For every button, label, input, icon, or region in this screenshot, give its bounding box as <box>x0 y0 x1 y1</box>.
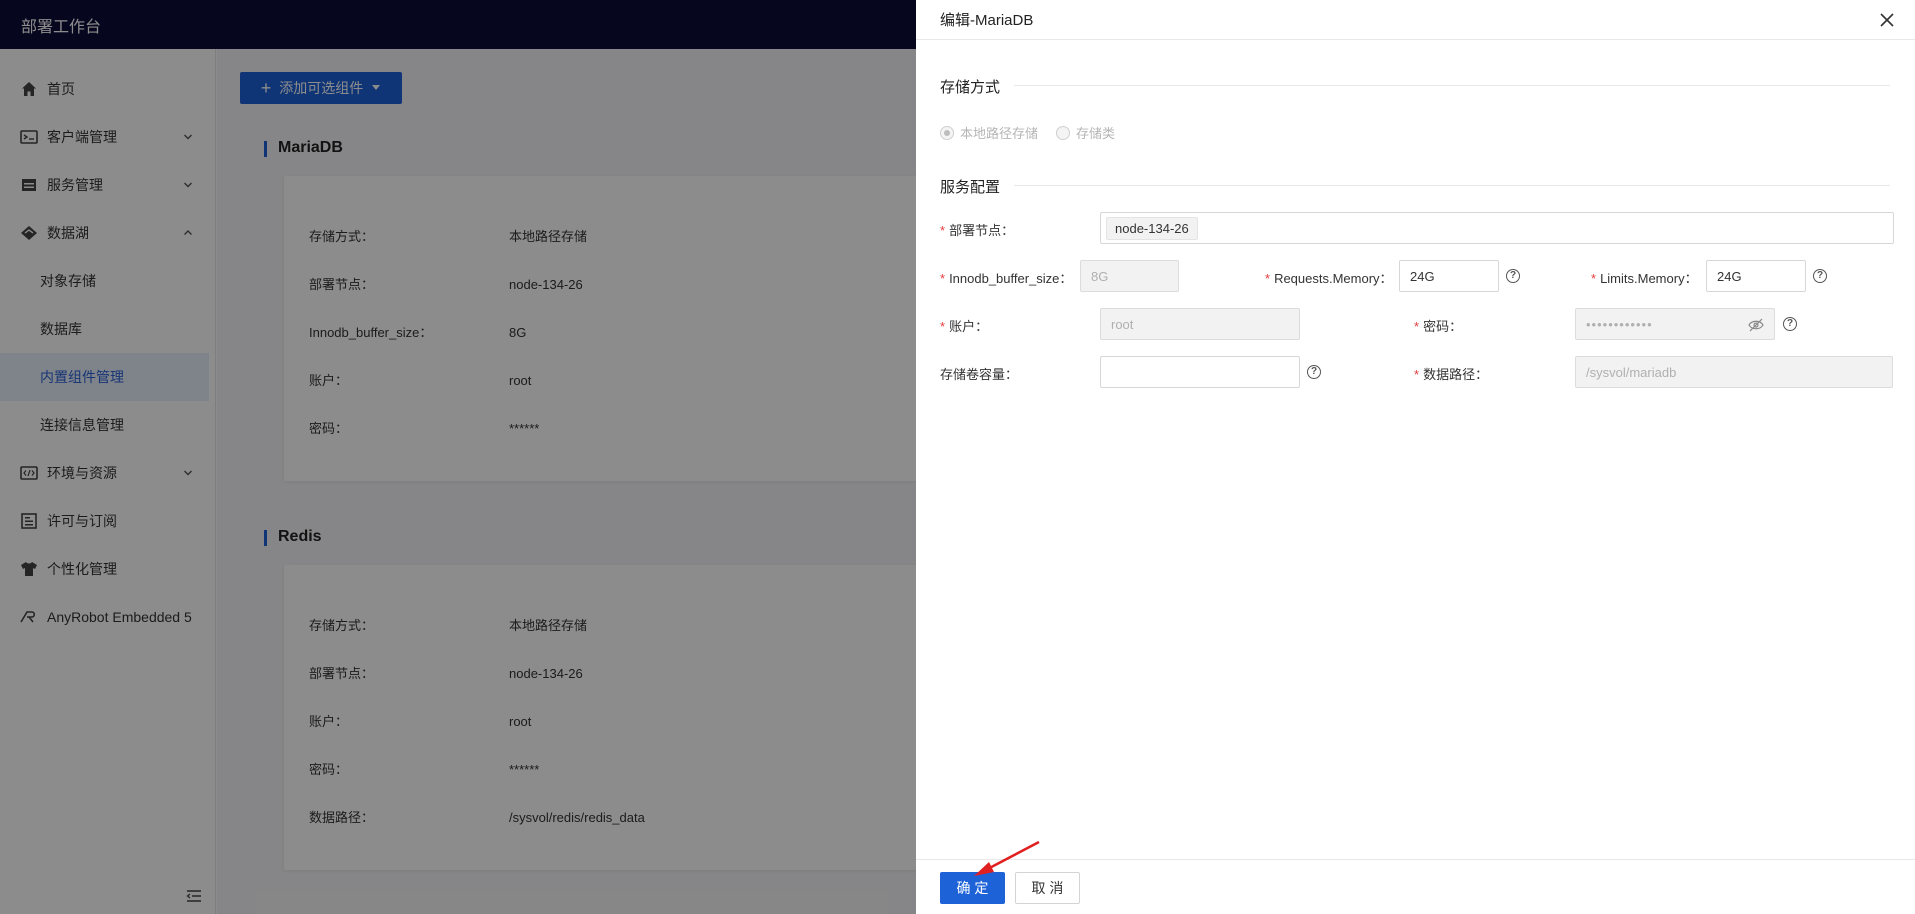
close-button[interactable] <box>1877 10 1897 30</box>
label-text: 密码： <box>1423 319 1463 334</box>
data-path-label: * 数据路径： <box>1414 364 1488 383</box>
required-mark: * <box>940 319 946 334</box>
radio-circle <box>1056 125 1071 140</box>
eye-off-icon[interactable] <box>1748 317 1764 333</box>
divider <box>1014 185 1890 186</box>
requests-memory-label: * Requests.Memory： <box>1265 268 1393 287</box>
drawer-title: 编辑-MariaDB <box>940 12 1034 29</box>
account-label: * 账户： <box>940 316 988 335</box>
innodb-label: * Innodb_buffer_size： <box>940 268 1072 287</box>
password-label: * 密码： <box>1414 316 1462 335</box>
account-input[interactable]: root <box>1100 308 1300 340</box>
volume-capacity-input[interactable] <box>1100 356 1300 388</box>
requests-memory-input[interactable]: 24G <box>1399 260 1499 292</box>
radio-local-path[interactable]: 本地路径存储 <box>940 123 1038 142</box>
required-mark: * <box>1591 271 1597 286</box>
limits-memory-label: * Limits.Memory： <box>1591 268 1698 287</box>
required-mark: * <box>940 271 946 286</box>
close-icon <box>1880 13 1894 27</box>
node-select[interactable]: node-134-26 <box>1100 212 1894 244</box>
label-text: 数据路径： <box>1423 367 1489 382</box>
divider <box>1014 85 1890 86</box>
label-text: 账户： <box>949 319 989 334</box>
confirm-button[interactable]: 确 定 <box>940 872 1005 904</box>
required-mark: * <box>1265 271 1271 286</box>
label-text: 存储卷容量： <box>940 367 1019 382</box>
node-tag: node-134-26 <box>1106 216 1198 240</box>
password-value: •••••••••••• <box>1586 316 1653 332</box>
radio-storage-class[interactable]: 存储类 <box>1056 123 1115 142</box>
volume-capacity-label: 存储卷容量： <box>940 364 1018 383</box>
modal-overlay[interactable] <box>0 0 916 914</box>
required-mark: * <box>940 223 946 238</box>
innodb-buffer-input[interactable]: 8G <box>1080 260 1179 292</box>
data-path-input[interactable]: /sysvol/mariadb <box>1575 356 1893 388</box>
radio-circle <box>940 125 954 140</box>
storage-radio-group: 本地路径存储 存储类 <box>940 123 1115 142</box>
radio-label: 存储类 <box>1076 126 1116 141</box>
help-icon[interactable]: ? <box>1783 317 1797 331</box>
edit-drawer: 编辑-MariaDB 存储方式 本地路径存储 存储类 服务配置 * 部署节点： n… <box>916 0 1915 914</box>
radio-label: 本地路径存储 <box>960 126 1039 141</box>
drawer-footer: 确 定 取 消 <box>916 859 1915 914</box>
help-icon[interactable]: ? <box>1506 269 1520 283</box>
label-text: 部署节点： <box>949 223 1015 238</box>
help-icon[interactable]: ? <box>1813 269 1827 283</box>
label-text: Innodb_buffer_size： <box>949 271 1073 286</box>
drawer-header: 编辑-MariaDB <box>916 0 1915 40</box>
limits-memory-input[interactable]: 24G <box>1706 260 1806 292</box>
required-mark: * <box>1414 319 1420 334</box>
storage-group-title: 存储方式 <box>940 79 1001 96</box>
service-group-title: 服务配置 <box>940 179 1001 196</box>
cancel-button[interactable]: 取 消 <box>1015 872 1080 904</box>
label-text: Limits.Memory： <box>1600 271 1698 286</box>
password-input[interactable]: •••••••••••• <box>1575 308 1775 340</box>
required-mark: * <box>1414 367 1420 382</box>
node-label: * 部署节点： <box>940 220 1014 239</box>
label-text: Requests.Memory： <box>1274 271 1393 286</box>
help-icon[interactable]: ? <box>1307 365 1321 379</box>
